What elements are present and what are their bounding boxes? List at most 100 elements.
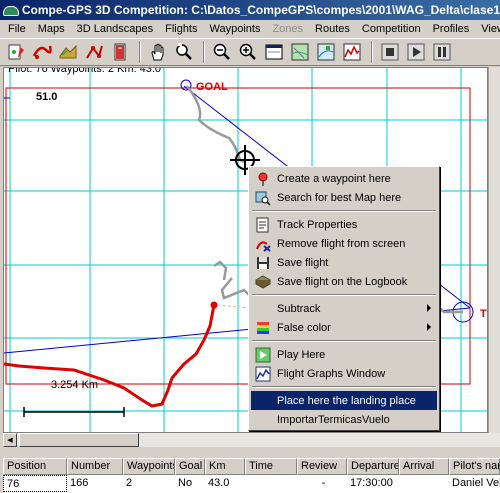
column-header[interactable]: Pilot's name bbox=[449, 458, 500, 475]
column-header[interactable]: Waypoints bbox=[123, 458, 175, 475]
table-cell: 17:30:00 bbox=[350, 477, 393, 489]
zoom-in-icon[interactable] bbox=[236, 40, 260, 64]
app-logo-icon bbox=[3, 3, 19, 17]
column-header[interactable]: Departure bbox=[347, 458, 399, 475]
menu-separator bbox=[252, 386, 436, 388]
menu-item-importar-termicas[interactable]: ImportarTermicasVuelo bbox=[251, 410, 437, 429]
menu-item-label: Subtrack bbox=[277, 302, 321, 315]
menu-item-search-best-map[interactable]: Search for best Map here bbox=[251, 188, 437, 207]
play-icon[interactable] bbox=[404, 40, 428, 64]
scale-bar bbox=[23, 407, 125, 417]
column-header[interactable]: Arrival bbox=[399, 458, 449, 475]
toolbar bbox=[0, 38, 500, 66]
pause-icon[interactable] bbox=[430, 40, 454, 64]
route-icon[interactable] bbox=[82, 40, 106, 64]
table-cell: 76 bbox=[3, 475, 67, 492]
logbook-icon[interactable] bbox=[108, 40, 132, 64]
pan-hand-icon[interactable] bbox=[146, 40, 170, 64]
scroll-left-button[interactable]: ◀ bbox=[3, 433, 17, 447]
column-header[interactable]: Position bbox=[3, 458, 67, 475]
zoom-out-icon[interactable] bbox=[210, 40, 234, 64]
table-cell: No bbox=[178, 477, 193, 489]
profile-graph-icon[interactable] bbox=[340, 40, 364, 64]
map-layers-icon[interactable] bbox=[288, 40, 312, 64]
toolbar-separator bbox=[371, 41, 373, 63]
menu-item-false-color[interactable]: False color bbox=[251, 318, 437, 337]
goal-waypoint-label: GOAL bbox=[196, 81, 228, 93]
scroll-track[interactable] bbox=[17, 433, 500, 447]
pilots-table: Position Number Waypoints Goal Km Time R… bbox=[3, 458, 500, 493]
table-cell: 2 bbox=[126, 477, 133, 489]
menu-item-label: Place here the landing place bbox=[277, 394, 416, 407]
landscape-3d-icon[interactable] bbox=[56, 40, 80, 64]
zoom-icon[interactable] bbox=[172, 40, 196, 64]
waypoint-pin-icon bbox=[255, 171, 271, 187]
open-map-icon[interactable] bbox=[4, 40, 28, 64]
menu-routes[interactable]: Routes bbox=[309, 21, 356, 37]
waypoint-map-icon[interactable] bbox=[314, 40, 338, 64]
menu-item-track-properties[interactable]: Track Properties bbox=[251, 215, 437, 234]
logbook-save-icon bbox=[255, 274, 271, 290]
title-bar: Compe-GPS 3D Competition: C:\Datos_Compe… bbox=[0, 0, 500, 20]
menu-item-label: Play Here bbox=[277, 348, 326, 361]
table-header: Position Number Waypoints Goal Km Time R… bbox=[3, 458, 500, 475]
menu-separator bbox=[252, 294, 436, 296]
menu-profiles[interactable]: Profiles bbox=[427, 21, 476, 37]
window-icon[interactable] bbox=[262, 40, 286, 64]
menu-item-create-waypoint[interactable]: Create a waypoint here bbox=[251, 169, 437, 188]
table-row[interactable]: 76 166 2 No 43.0 - 17:30:00 Daniel Vel bbox=[3, 475, 500, 492]
vertical-scrollbar[interactable] bbox=[488, 67, 500, 433]
stop-icon[interactable] bbox=[378, 40, 402, 64]
menu-file[interactable]: File bbox=[2, 21, 32, 37]
menu-item-place-landing[interactable]: Place here the landing place bbox=[251, 391, 437, 410]
column-header[interactable]: Number bbox=[67, 458, 123, 475]
submenu-arrow-icon bbox=[427, 323, 431, 331]
menu-separator bbox=[252, 210, 436, 212]
context-menu: Create a waypoint here Search for best M… bbox=[248, 166, 440, 431]
menu-item-subtrack[interactable]: Subtrack bbox=[251, 299, 437, 318]
toolbar-separator bbox=[139, 41, 141, 63]
menu-item-play-here[interactable]: Play Here bbox=[251, 345, 437, 364]
tp3-waypoint-label: TP3 bbox=[480, 308, 487, 320]
submenu-arrow-icon bbox=[427, 304, 431, 312]
map-search-icon bbox=[255, 190, 271, 206]
menu-3d-landscapes[interactable]: 3D Landscapes bbox=[71, 21, 159, 37]
false-color-icon bbox=[255, 320, 271, 336]
menu-item-save-logbook[interactable]: Save flight on the Logbook bbox=[251, 272, 437, 291]
toolbar-separator bbox=[203, 41, 205, 63]
column-header[interactable]: Review bbox=[297, 458, 347, 475]
menu-item-flight-graphs[interactable]: Flight Graphs Window bbox=[251, 364, 437, 383]
horizontal-scrollbar[interactable]: ◀ bbox=[3, 433, 500, 447]
flight-track bbox=[4, 304, 216, 408]
menu-item-label: Remove flight from screen bbox=[277, 237, 406, 250]
column-header[interactable]: Km bbox=[205, 458, 245, 475]
table-cell bbox=[399, 475, 449, 492]
track-position-marker bbox=[210, 301, 218, 309]
column-header[interactable]: Time bbox=[245, 458, 297, 475]
table-cell bbox=[245, 475, 297, 492]
flight-icon[interactable] bbox=[30, 40, 54, 64]
pilot-info-line: Pilot: 76 Waypoints: 2 Km: 43.0 bbox=[8, 67, 162, 75]
menu-item-label: Flight Graphs Window bbox=[277, 367, 386, 380]
menu-flights[interactable]: Flights bbox=[159, 21, 203, 37]
menu-zones[interactable]: Zones bbox=[266, 21, 309, 37]
menu-item-label: Track Properties bbox=[277, 218, 358, 231]
table-cell: Daniel Vel bbox=[452, 477, 500, 489]
menu-maps[interactable]: Maps bbox=[32, 21, 71, 37]
menu-item-label: Create a waypoint here bbox=[277, 172, 391, 185]
scroll-thumb[interactable] bbox=[19, 433, 139, 447]
menu-bar: File Maps 3D Landscapes Flights Waypoint… bbox=[0, 20, 500, 38]
menu-view[interactable]: View bbox=[475, 21, 500, 37]
distance-label: 3.254 Km bbox=[51, 379, 99, 391]
track-segment bbox=[217, 304, 250, 309]
play-here-icon bbox=[255, 347, 271, 363]
menu-waypoints[interactable]: Waypoints bbox=[204, 21, 267, 37]
remove-flight-icon bbox=[255, 236, 271, 252]
table-cell: 166 bbox=[70, 477, 89, 489]
column-header[interactable]: Goal bbox=[175, 458, 205, 475]
graph-window-icon bbox=[255, 366, 271, 382]
menu-item-remove-flight[interactable]: Remove flight from screen bbox=[251, 234, 437, 253]
menu-item-label: False color bbox=[277, 321, 331, 334]
menu-item-save-flight[interactable]: Save flight bbox=[251, 253, 437, 272]
menu-competition[interactable]: Competition bbox=[356, 21, 427, 37]
